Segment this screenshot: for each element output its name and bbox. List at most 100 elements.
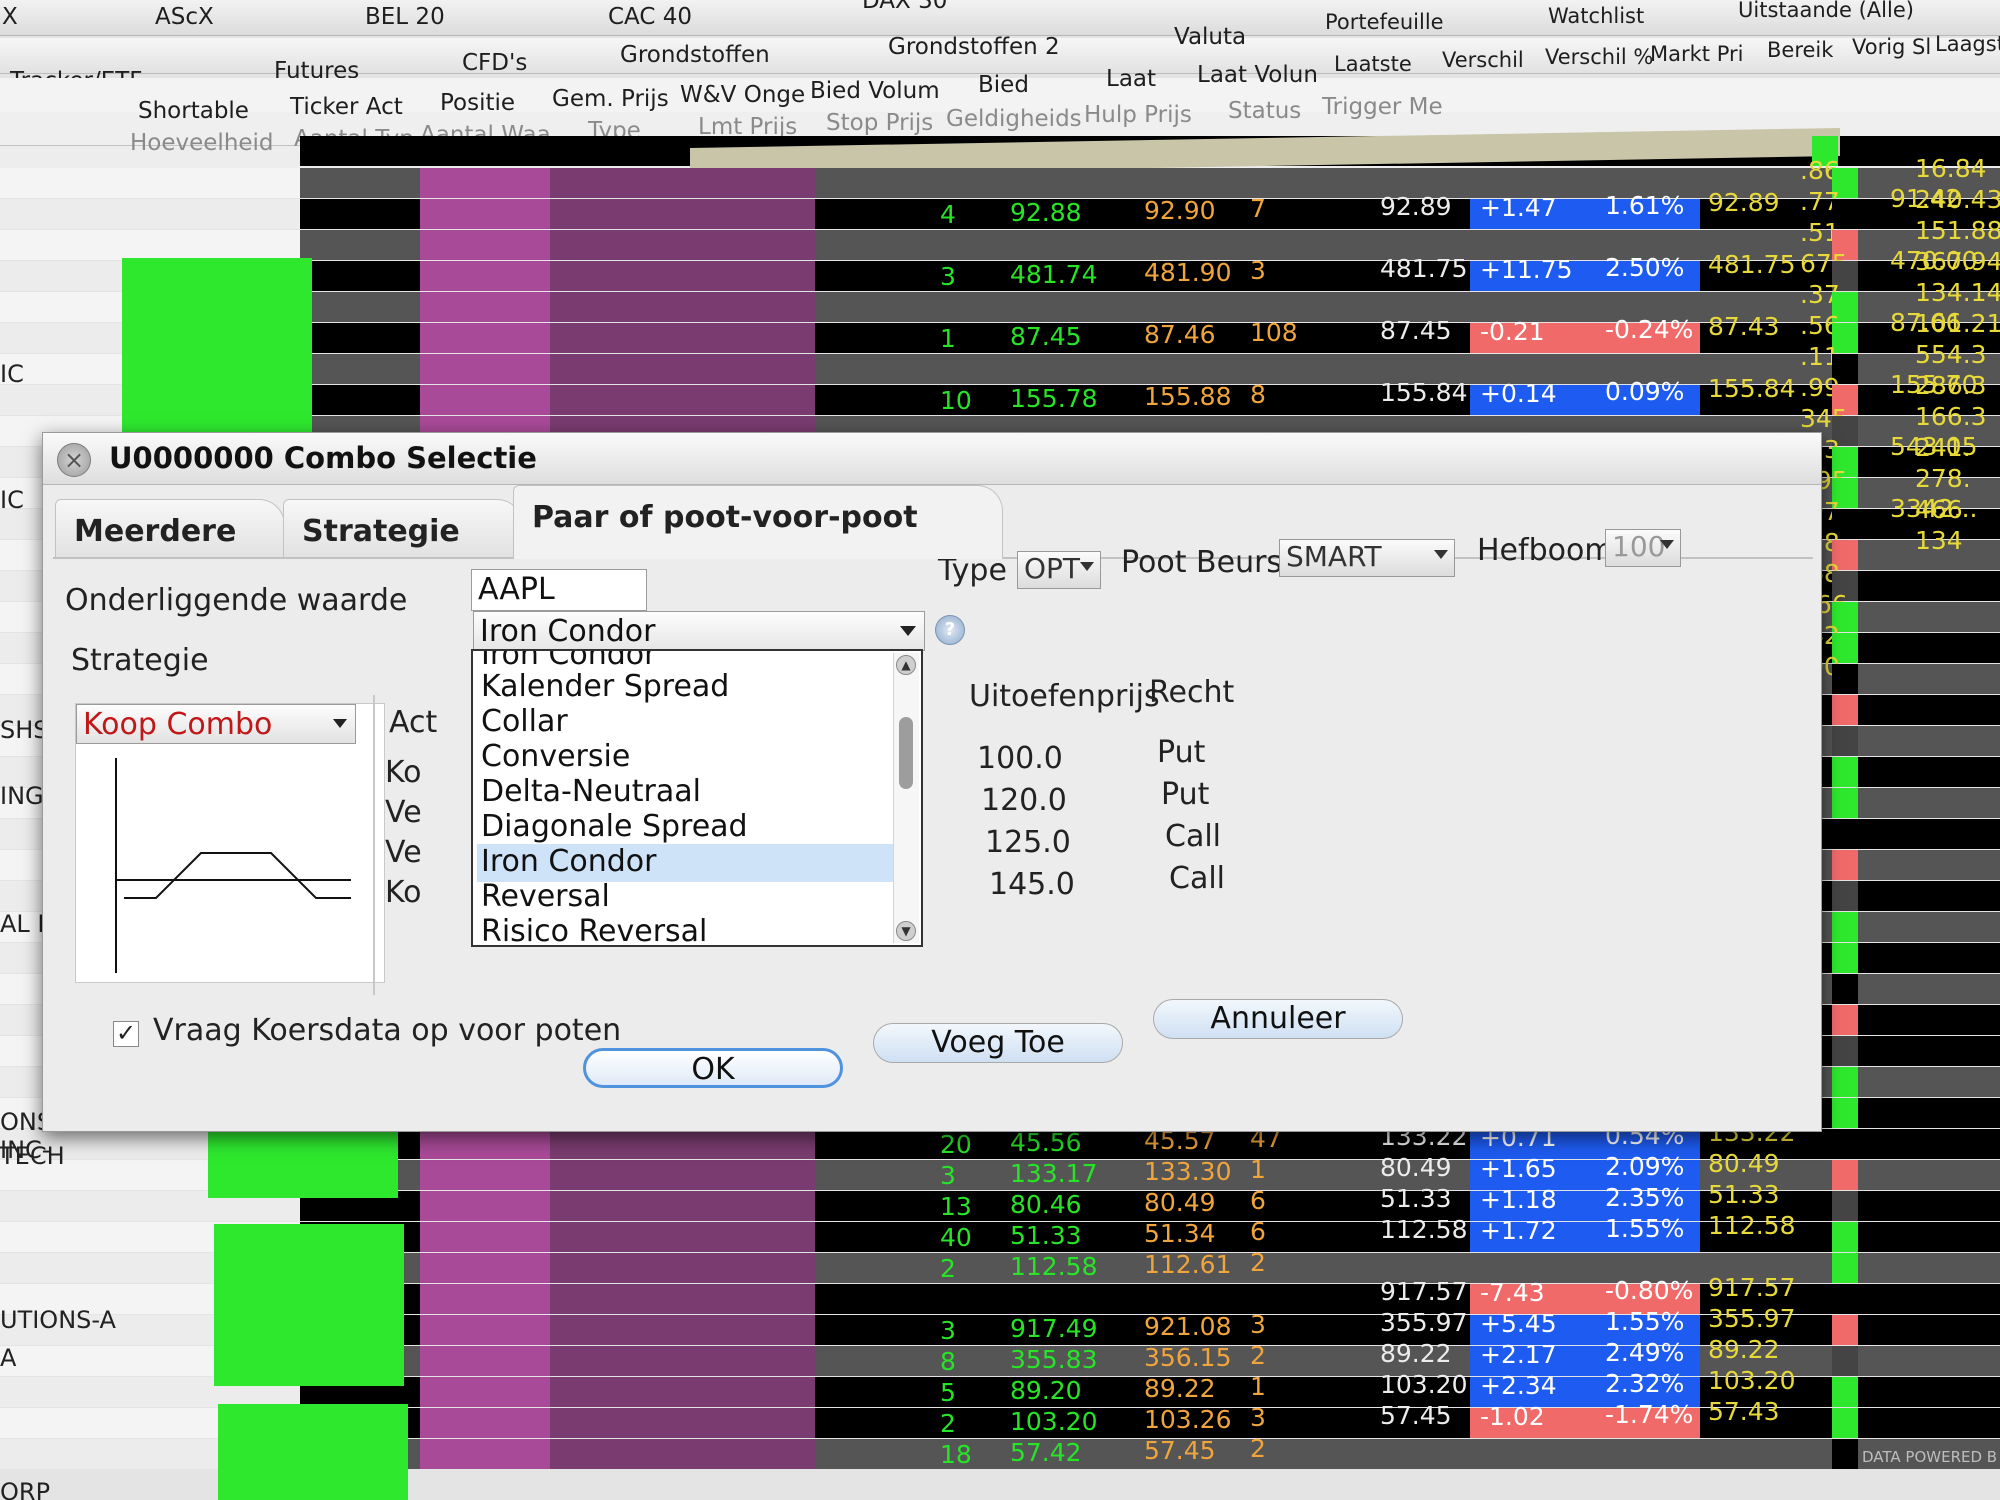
scrollbar[interactable]: ▲ ▼ — [893, 653, 919, 943]
change-value: +2.17 — [1480, 1340, 1557, 1369]
tab-strategie[interactable]: Strategie — [283, 499, 523, 559]
bid-price: 87.45 — [1010, 322, 1082, 351]
col-verschil[interactable]: Verschil — [1442, 48, 1524, 72]
dialog-title-bar[interactable]: × U0000000 Combo Selectie — [43, 433, 1821, 485]
change-pct: 2.32% — [1605, 1369, 1685, 1398]
leverage-label: Hefboom — [1477, 533, 1614, 568]
market-price: 112.58 — [1708, 1211, 1796, 1240]
tab-x[interactable]: X — [2, 4, 18, 30]
leverage-select[interactable]: 100 — [1605, 529, 1681, 567]
bid-price: 355.83 — [1010, 1345, 1098, 1374]
col-laat-volume[interactable]: Laat Volun — [1197, 62, 1318, 88]
list-item[interactable]: Delta-Neutraal — [477, 774, 893, 812]
underlying-label: Onderliggende waarde — [65, 583, 408, 618]
chevron-down-icon — [1080, 562, 1094, 571]
col-trigger[interactable]: Trigger Me — [1322, 94, 1443, 120]
last-price: 80.49 — [1380, 1153, 1452, 1182]
scrollbar-thumb[interactable] — [899, 717, 913, 789]
list-item[interactable]: Diagonale Spread — [477, 809, 893, 847]
tab-grondstoffen[interactable]: Grondstoffen — [620, 42, 770, 68]
change-pct: 1.55% — [1605, 1307, 1685, 1336]
col-bied[interactable]: Bied — [978, 72, 1029, 98]
col-status[interactable]: Status — [1228, 98, 1301, 124]
exchange-value: SMART — [1286, 540, 1382, 573]
table-row[interactable]: 16.84.86 — [0, 154, 2000, 198]
close-icon[interactable]: × — [57, 443, 91, 477]
col-laatste[interactable]: Laatste — [1334, 52, 1412, 76]
leg-action: Ko — [385, 755, 422, 790]
scroll-down-icon[interactable]: ▼ — [896, 921, 916, 941]
change-pct: -0.24% — [1605, 315, 1694, 344]
list-item[interactable]: Conversie — [477, 739, 893, 777]
add-button[interactable]: Voeg Toe — [873, 1023, 1123, 1063]
bid-size: 1 — [940, 324, 956, 353]
bid-size: 5 — [940, 1378, 956, 1407]
col-bereik[interactable]: Bereik — [1767, 38, 1833, 62]
change-pct: -0.80% — [1605, 1276, 1694, 1305]
symbol-label[interactable]: TECH — [0, 1142, 90, 1172]
col-vorig-slot[interactable]: Vorig Sl — [1852, 35, 1931, 59]
list-item[interactable]: Iron Condor — [477, 844, 893, 882]
tab-meerdere[interactable]: Meerdere — [55, 499, 285, 559]
tab-watchlist[interactable]: Watchlist — [1548, 4, 1644, 28]
bid-size: 18 — [940, 1440, 972, 1469]
right-edge-value: 241. — [1915, 433, 1971, 462]
col-stop-prijs[interactable]: Stop Prijs — [826, 110, 933, 136]
tab-paar-of-poot[interactable]: Paar of poot-voor-poot — [513, 485, 1003, 559]
symbol-label[interactable]: UTIONS-A — [0, 1306, 120, 1336]
col-wv-onge[interactable]: W&V Onge — [680, 82, 805, 108]
underlying-input[interactable]: AAPL — [471, 569, 647, 611]
col-verschil-pct[interactable]: Verschil % — [1545, 45, 1653, 69]
tab-dax30[interactable]: DAX 30 — [862, 0, 947, 14]
col-shortable[interactable]: Shortable — [138, 98, 249, 124]
tab-cac40[interactable]: CAC 40 — [608, 4, 692, 30]
col-geldigheid[interactable]: Geldigheids — [946, 106, 1082, 132]
exchange-select[interactable]: SMART — [1279, 539, 1455, 577]
symbol-label[interactable]: A — [0, 1344, 40, 1374]
type-select[interactable]: OPT — [1017, 551, 1101, 589]
col-markt-prijs[interactable]: Markt Pri — [1650, 42, 1743, 66]
help-icon[interactable]: ? — [935, 615, 965, 645]
buy-combo-select[interactable]: Koop Combo — [76, 704, 356, 744]
bid-price: 57.42 — [1010, 1438, 1082, 1467]
shortable-indicator — [218, 1404, 408, 1500]
col-laat[interactable]: Laat — [1106, 66, 1156, 92]
tab-cfds[interactable]: CFD's — [462, 50, 527, 76]
list-item[interactable]: Reversal — [477, 879, 893, 917]
col-gem-prijs[interactable]: Gem. Prijs — [552, 86, 669, 112]
leg-strike: 125.0 — [985, 825, 1071, 860]
bid-size: 20 — [940, 1130, 972, 1159]
strategy-value: Iron Condor — [480, 614, 656, 649]
ask-price: 103.26 — [1144, 1405, 1232, 1434]
tab-ascx[interactable]: AScX — [155, 4, 214, 30]
ask-price: 87.46 — [1144, 320, 1216, 349]
strategy-dropdown-list[interactable]: Iron Condor Kalender Spread Collar Conversi… — [471, 649, 923, 947]
tab-uitstaande[interactable]: Uitstaande (Alle) — [1738, 0, 1914, 22]
symbol-label[interactable]: IC — [0, 360, 60, 390]
tab-grondstoffen-2[interactable]: Grondstoffen 2 — [888, 34, 1060, 60]
ok-button[interactable]: OK — [583, 1048, 843, 1088]
tab-portefeuille[interactable]: Portefeuille — [1325, 10, 1444, 34]
cancel-button[interactable]: Annuleer — [1153, 999, 1403, 1039]
table-row[interactable]: 151.88.51 — [0, 216, 2000, 260]
scroll-up-icon[interactable]: ▲ — [896, 655, 916, 675]
indicator-square — [1832, 1284, 1858, 1314]
list-item[interactable]: Collar — [477, 704, 893, 742]
table-row[interactable]: 4 92.88 92.90 7 92.89 +1.47 1.61% 92.89 91.42 240… — [0, 184, 2000, 229]
tab-bel20[interactable]: BEL 20 — [365, 4, 445, 30]
col-hulp-prijs[interactable]: Hulp Prijs — [1084, 102, 1192, 128]
col-bied-volume[interactable]: Bied Volum — [810, 78, 940, 104]
quote-data-checkbox[interactable]: ✓ — [113, 1021, 139, 1047]
col-ticker-act[interactable]: Ticker Act — [290, 94, 403, 120]
ask-price: 89.22 — [1144, 1374, 1216, 1403]
list-item[interactable]: Kalender Spread — [477, 669, 893, 707]
strategy-select[interactable]: Iron Condor — [473, 611, 925, 651]
ask-size: 3 — [1250, 1310, 1266, 1339]
tab-valuta[interactable]: Valuta — [1174, 24, 1246, 50]
symbol-label[interactable]: ORP — [0, 1478, 60, 1500]
col-laagste[interactable]: Laagste — [1935, 32, 2000, 56]
right-edge-value: 367.94 — [1915, 247, 2000, 276]
col-positie[interactable]: Positie — [440, 90, 515, 116]
change-pct: 1.61% — [1605, 191, 1685, 220]
list-item[interactable]: Risico Reversal — [477, 914, 893, 945]
